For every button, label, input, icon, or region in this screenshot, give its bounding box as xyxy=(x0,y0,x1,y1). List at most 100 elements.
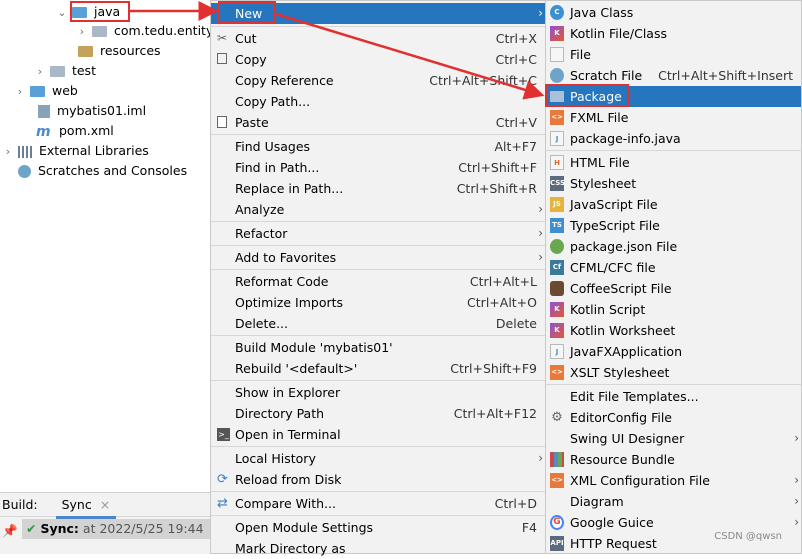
new-item-diagram[interactable]: Diagram › xyxy=(546,491,801,512)
menu-item-label: Open in Terminal xyxy=(235,427,341,442)
new-item-editorconfig[interactable]: ⚙ EditorConfig File xyxy=(546,407,801,428)
menu-item-local-history[interactable]: Local History › xyxy=(211,448,545,469)
tree-item-web[interactable]: › web xyxy=(14,81,78,101)
menu-item-label: Swing UI Designer xyxy=(570,431,685,446)
shortcut: Ctrl+Alt+Shift+C xyxy=(429,73,537,88)
new-item-javafx[interactable]: J JavaFXApplication xyxy=(546,341,801,362)
new-item-google-guice[interactable]: G Google Guice › xyxy=(546,512,801,533)
menu-item-reformat[interactable]: Reformat Code Ctrl+Alt+L xyxy=(211,271,545,292)
menu-item-label: CoffeeScript File xyxy=(570,281,672,296)
shortcut: Ctrl+Alt+O xyxy=(467,295,537,310)
menu-item-label: EditorConfig File xyxy=(570,410,672,425)
menu-item-build-module[interactable]: Build Module 'mybatis01' xyxy=(211,337,545,358)
new-item-kotlin-worksheet[interactable]: K Kotlin Worksheet xyxy=(546,320,801,341)
menu-item-module-settings[interactable]: Open Module Settings F4 xyxy=(211,517,545,538)
new-item-kotlin-file[interactable]: K Kotlin File/Class xyxy=(546,23,801,44)
pin-icon[interactable]: 📌 xyxy=(2,523,18,539)
menu-item-label: Local History xyxy=(235,451,316,466)
chevron-right-icon: › xyxy=(794,473,799,487)
menu-item-optimize-imports[interactable]: Optimize Imports Ctrl+Alt+O xyxy=(211,292,545,313)
menu-item-analyze[interactable]: Analyze › xyxy=(211,199,545,220)
chevron-right-icon: › xyxy=(794,515,799,529)
new-item-xslt[interactable]: <> XSLT Stylesheet xyxy=(546,362,801,383)
shortcut: F4 xyxy=(521,520,537,535)
new-item-coffeescript[interactable]: CoffeeScript File xyxy=(546,278,801,299)
tree-item-label: External Libraries xyxy=(38,143,149,158)
tree-item-label: Scratches and Consoles xyxy=(37,163,188,178)
menu-item-copy[interactable]: Copy Ctrl+C xyxy=(211,49,545,70)
tree-item-pom[interactable]: m pom.xml xyxy=(36,121,114,141)
chevron-right-icon: › xyxy=(538,226,543,240)
menu-item-new[interactable]: New › xyxy=(211,3,545,24)
menu-item-label: Kotlin File/Class xyxy=(570,26,667,41)
file-icon xyxy=(550,47,564,62)
chevron-right-icon[interactable]: › xyxy=(76,22,88,42)
new-item-package-json[interactable]: package.json File xyxy=(546,236,801,257)
menu-item-label: XSLT Stylesheet xyxy=(570,365,670,380)
check-icon: ✔ xyxy=(26,521,37,536)
tab-sync[interactable]: Sync × xyxy=(55,497,117,519)
menu-item-reload[interactable]: ⟳ Reload from Disk xyxy=(211,469,545,490)
menu-item-add-favorites[interactable]: Add to Favorites › xyxy=(211,247,545,268)
java-class-icon: C xyxy=(550,5,564,20)
tree-item-resources[interactable]: resources xyxy=(78,41,161,61)
menu-item-label: HTML File xyxy=(570,155,630,170)
close-icon[interactable]: × xyxy=(100,497,110,512)
chevron-right-icon[interactable]: › xyxy=(14,82,26,102)
menu-item-delete[interactable]: Delete... Delete xyxy=(211,313,545,334)
tree-item-label: mybatis01.iml xyxy=(56,103,147,118)
new-item-file[interactable]: File xyxy=(546,44,801,65)
new-item-java-class[interactable]: C Java Class xyxy=(546,2,801,23)
menu-item-paste[interactable]: Paste Ctrl+V xyxy=(211,112,545,133)
shortcut: Ctrl+X xyxy=(495,31,537,46)
menu-item-copy-path[interactable]: Copy Path... xyxy=(211,91,545,112)
paste-icon xyxy=(217,116,227,128)
menu-item-replace-in-path[interactable]: Replace in Path... Ctrl+Shift+R xyxy=(211,178,545,199)
menu-item-label: Refactor xyxy=(235,226,288,241)
menu-item-directory-path[interactable]: Directory Path Ctrl+Alt+F12 xyxy=(211,403,545,424)
menu-item-find-usages[interactable]: Find Usages Alt+F7 xyxy=(211,136,545,157)
menu-item-open-terminal[interactable]: >_ Open in Terminal xyxy=(211,424,545,445)
menu-item-label: FXML File xyxy=(570,110,629,125)
menu-item-compare[interactable]: ⇄ Compare With... Ctrl+D xyxy=(211,493,545,514)
folder-icon xyxy=(49,66,65,77)
menu-item-refactor[interactable]: Refactor › xyxy=(211,223,545,244)
menu-item-label: Analyze xyxy=(235,202,285,217)
new-item-package[interactable]: Package xyxy=(546,86,801,107)
tree-item-test[interactable]: › test xyxy=(34,61,96,81)
new-item-html[interactable]: H HTML File xyxy=(546,152,801,173)
new-item-resource-bundle[interactable]: Resource Bundle xyxy=(546,449,801,470)
tree-item-iml[interactable]: mybatis01.iml xyxy=(38,101,146,121)
new-item-fxml[interactable]: <> FXML File xyxy=(546,107,801,128)
menu-item-mark-directory[interactable]: Mark Directory as xyxy=(211,538,545,559)
sync-status-row[interactable]: ✔ Sync: at 2022/5/25 19:44 xyxy=(22,519,212,539)
menu-item-rebuild[interactable]: Rebuild '<default>' Ctrl+Shift+F9 xyxy=(211,358,545,379)
gear-icon: ⚙ xyxy=(551,410,563,425)
new-item-package-info[interactable]: J package-info.java xyxy=(546,128,801,149)
new-item-xml-config[interactable]: <> XML Configuration File › xyxy=(546,470,801,491)
resource-bundle-icon xyxy=(550,452,564,467)
tree-item-entity[interactable]: › com.tedu.entity xyxy=(76,21,214,42)
new-item-typescript[interactable]: TS TypeScript File xyxy=(546,215,801,236)
xml-icon: <> xyxy=(550,473,564,488)
menu-item-find-in-path[interactable]: Find in Path... Ctrl+Shift+F xyxy=(211,157,545,178)
new-item-edit-templates[interactable]: Edit File Templates... xyxy=(546,386,801,407)
menu-item-show-explorer[interactable]: Show in Explorer xyxy=(211,382,545,403)
chevron-right-icon[interactable]: › xyxy=(34,62,46,82)
tree-item-scratches[interactable]: Scratches and Consoles xyxy=(18,161,187,181)
chevron-right-icon[interactable]: › xyxy=(2,142,14,162)
new-item-stylesheet[interactable]: CSS Stylesheet xyxy=(546,173,801,194)
coffeescript-icon xyxy=(550,281,564,296)
tree-item-external-libraries[interactable]: › External Libraries xyxy=(2,141,149,161)
chevron-down-icon[interactable]: ⌄ xyxy=(56,3,68,23)
javafx-icon: J xyxy=(550,344,564,359)
new-item-scratch-file[interactable]: Scratch File Ctrl+Alt+Shift+Insert xyxy=(546,65,801,86)
new-item-swing-designer[interactable]: Swing UI Designer › xyxy=(546,428,801,449)
tree-item-java[interactable]: ⌄ java xyxy=(56,2,120,22)
new-item-javascript[interactable]: JS JavaScript File xyxy=(546,194,801,215)
new-item-kotlin-script[interactable]: K Kotlin Script xyxy=(546,299,801,320)
menu-item-cut[interactable]: ✂ Cut Ctrl+X xyxy=(211,28,545,49)
new-item-cfml[interactable]: Cf CFML/CFC file xyxy=(546,257,801,278)
tree-item-label: web xyxy=(51,83,78,98)
menu-item-copy-reference[interactable]: Copy Reference Ctrl+Alt+Shift+C xyxy=(211,70,545,91)
